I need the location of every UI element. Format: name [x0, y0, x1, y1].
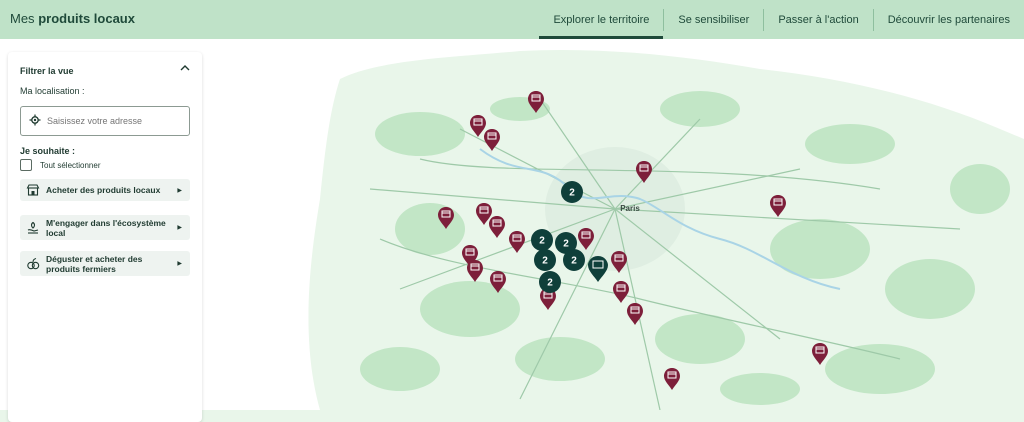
cluster-count: 2 [563, 239, 569, 250]
option-label: M'engager dans l'écosystème local [46, 217, 166, 238]
option-taste[interactable]: Déguster et acheter des produits fermier… [20, 251, 190, 276]
address-input[interactable] [45, 113, 187, 129]
cluster-count: 2 [539, 236, 545, 247]
filter-title: Filtrer la vue [20, 66, 74, 76]
caret-right-icon: ▶ [177, 187, 182, 194]
site-brand[interactable]: Mes produits locaux [10, 11, 135, 26]
caret-right-icon: ▶ [177, 225, 182, 231]
select-all-label: Tout sélectionner [40, 160, 101, 170]
fruit-icon [27, 257, 40, 269]
option-label: Déguster et acheter des produits fermier… [46, 253, 143, 274]
cluster-count: 2 [542, 256, 548, 267]
option-buy-local[interactable]: Acheter des produits locaux ▶ [20, 179, 190, 201]
nav-sensibiliser[interactable]: Se sensibiliser [664, 0, 763, 39]
locate-icon[interactable] [29, 114, 41, 126]
cluster-count: 2 [571, 256, 577, 267]
caret-right-icon: ▶ [177, 261, 182, 267]
nav-partenaires[interactable]: Découvrir les partenaires [874, 0, 1024, 39]
address-search [20, 106, 190, 136]
option-engage[interactable]: M'engager dans l'écosystème local ▶ [20, 215, 190, 240]
select-all-row[interactable]: Tout sélectionner [20, 159, 100, 171]
top-bar: Mes produits locaux Explorer le territoi… [0, 0, 1024, 39]
cluster-marker[interactable]: 2 [534, 249, 556, 271]
location-label: Ma localisation : [20, 86, 85, 96]
cluster-count: 2 [547, 278, 553, 289]
city-label-paris: Paris [620, 204, 640, 213]
want-label: Je souhaite : [20, 146, 76, 156]
cluster-marker[interactable]: 2 [561, 181, 583, 203]
hand-leaf-icon [27, 221, 39, 234]
nav-action[interactable]: Passer à l'action [764, 0, 872, 39]
filter-panel: Filtrer la vue Ma localisation : Je souh… [8, 52, 202, 422]
chevron-up-icon[interactable] [180, 64, 190, 72]
cluster-marker[interactable]: 2 [539, 271, 561, 293]
cluster-marker[interactable]: 2 [531, 229, 553, 251]
select-all-checkbox[interactable] [20, 159, 32, 171]
shop-icon [26, 184, 40, 196]
option-label: Acheter des produits locaux [46, 185, 161, 195]
main-nav: Explorer le territoire Se sensibiliser P… [539, 0, 1024, 39]
nav-explore[interactable]: Explorer le territoire [539, 0, 664, 39]
cluster-count: 2 [569, 188, 575, 199]
cluster-marker[interactable]: 2 [563, 249, 585, 271]
